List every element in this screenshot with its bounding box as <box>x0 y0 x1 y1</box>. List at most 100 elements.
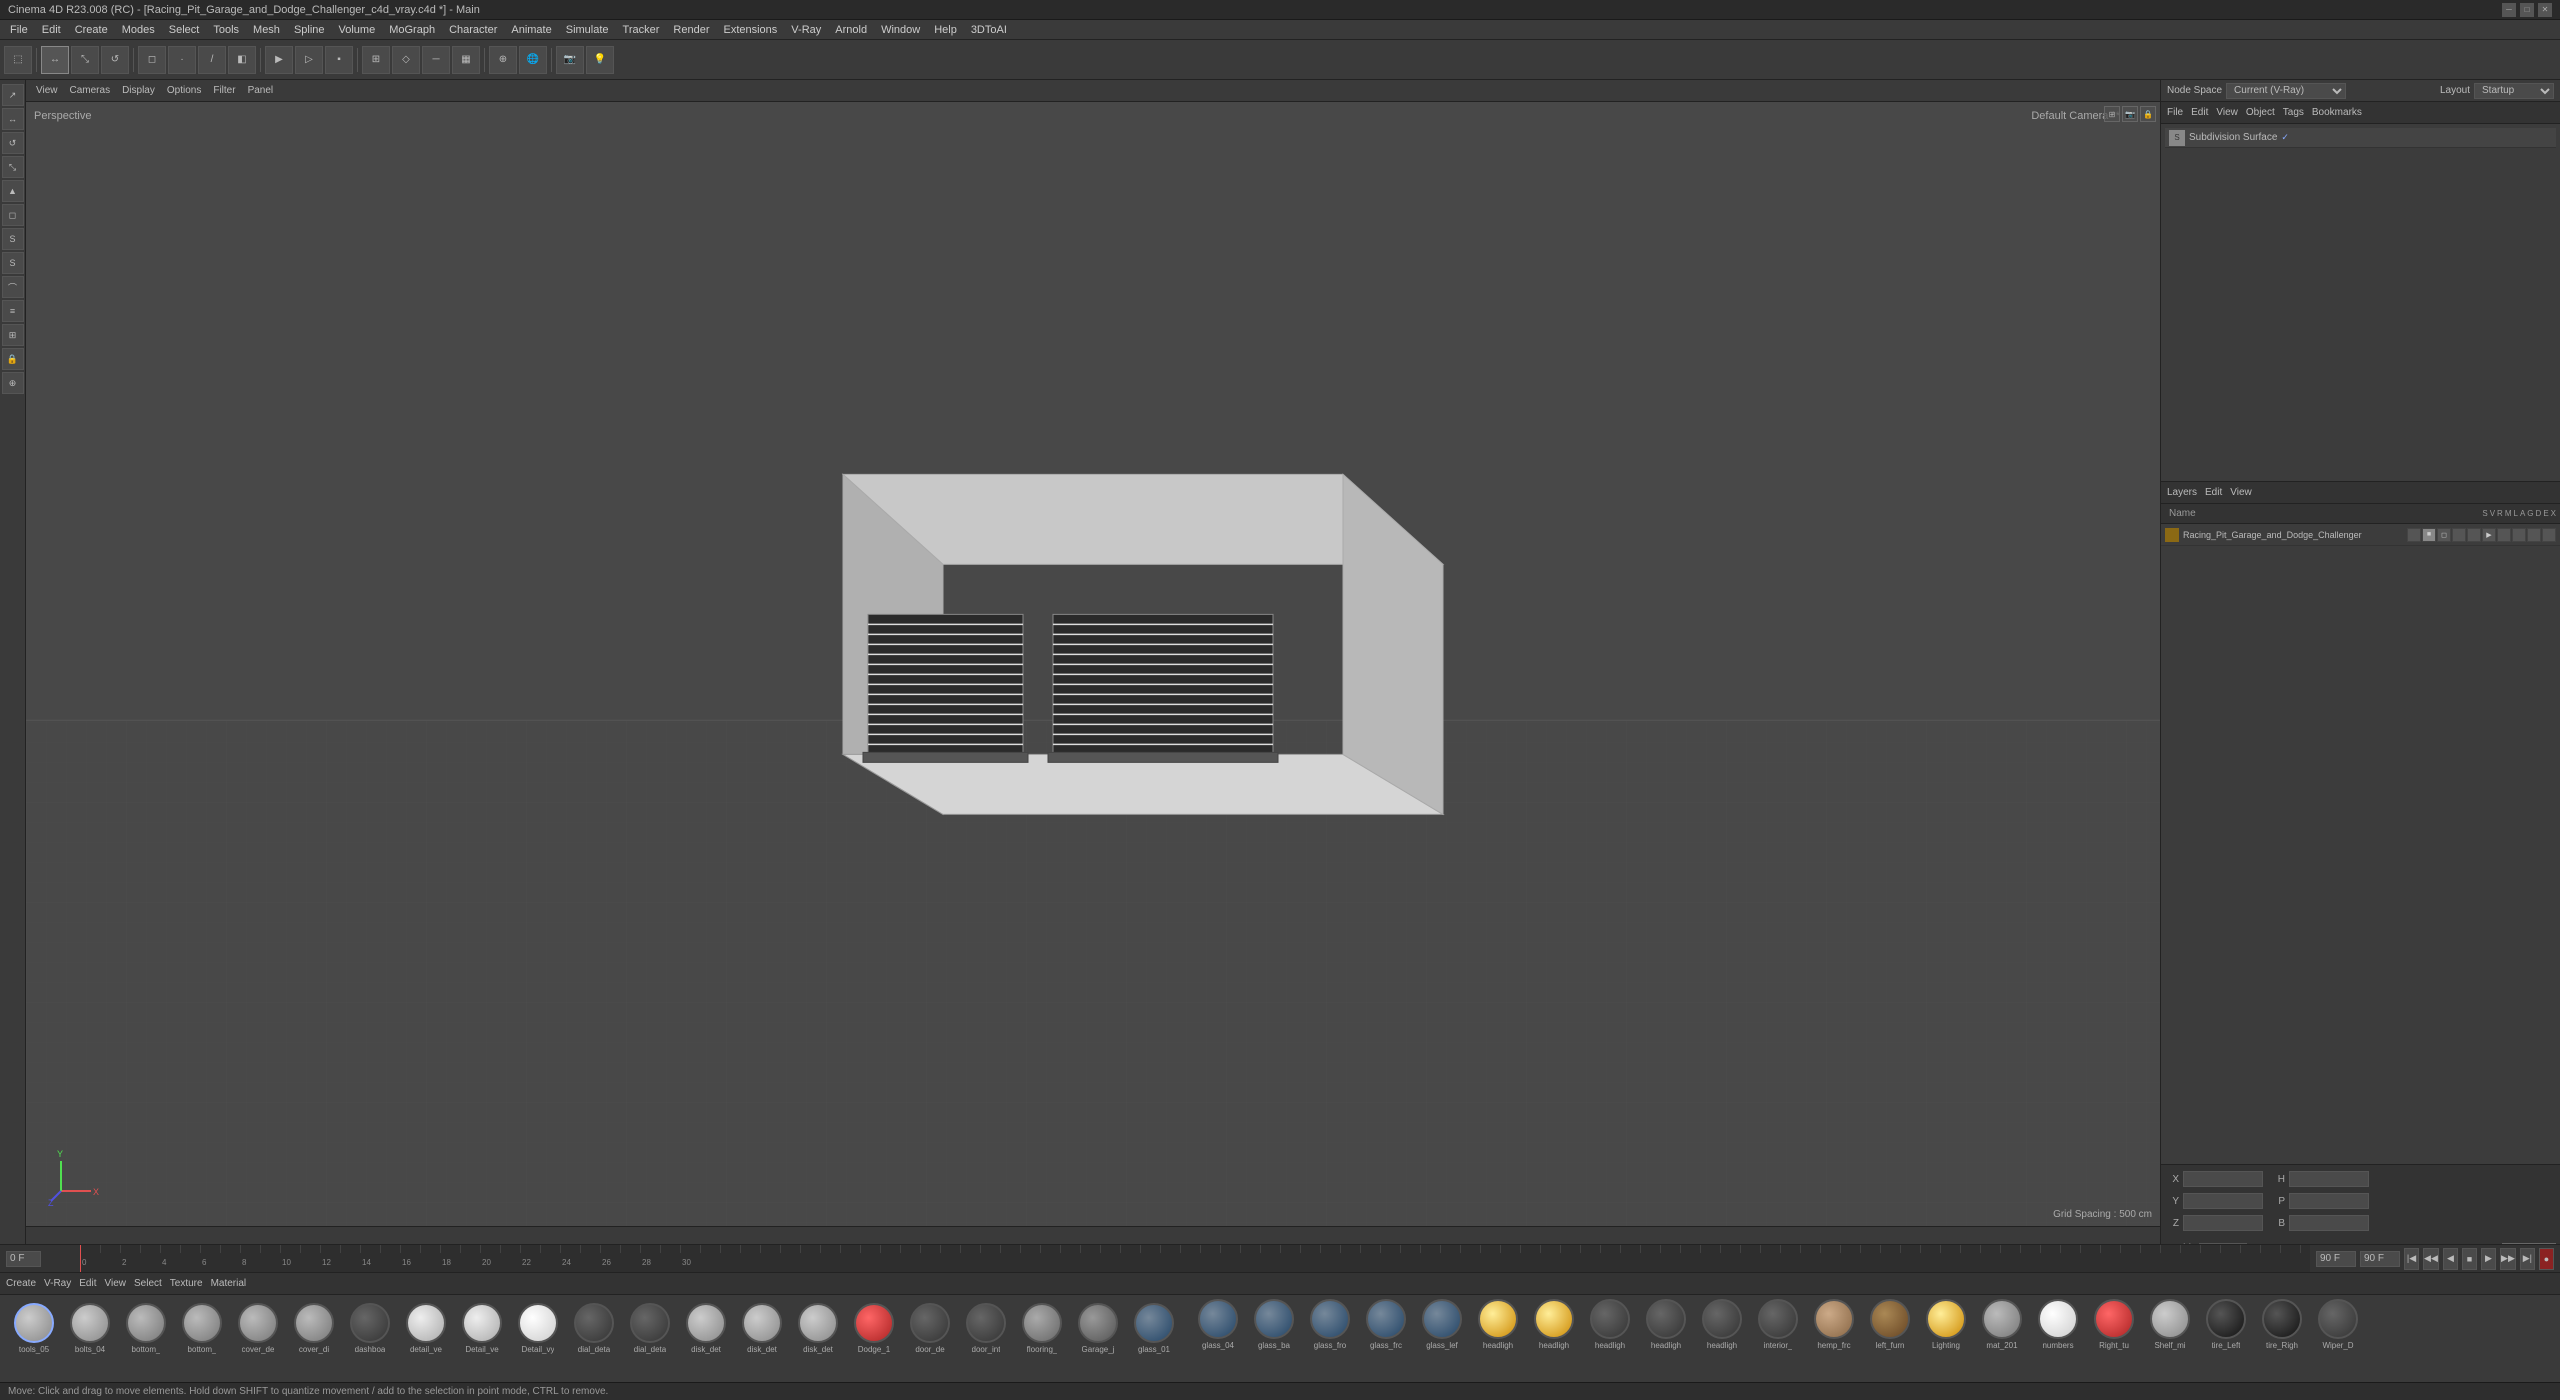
snap-vertex[interactable]: ◇ <box>392 46 420 74</box>
x-position-input[interactable] <box>2183 1171 2263 1187</box>
sb-tool5[interactable]: ⌒ <box>2 276 24 298</box>
mat-item-0[interactable]: tools_05 <box>8 1303 60 1354</box>
vp-icon-lock[interactable]: 🔒 <box>2140 106 2156 122</box>
obj-layers[interactable]: Layers <box>2167 487 2197 498</box>
vp-cameras-menu[interactable]: Cameras <box>66 83 115 98</box>
mat-item-1[interactable]: bolts_04 <box>64 1303 116 1354</box>
attr-view[interactable]: View <box>2216 107 2238 118</box>
vp-display-menu[interactable]: Display <box>118 83 159 98</box>
mat-item-24[interactable]: glass_frc <box>1360 1299 1412 1354</box>
status-anim[interactable]: ▶ <box>2482 528 2496 542</box>
snap-face[interactable]: ▦ <box>452 46 480 74</box>
timeline-track[interactable]: 0 2 4 6 8 10 12 14 16 18 20 22 24 26 28 … <box>80 1245 2310 1273</box>
status-x[interactable] <box>2542 528 2556 542</box>
menu-animate[interactable]: Animate <box>505 22 557 38</box>
point-mode[interactable]: · <box>168 46 196 74</box>
status-render[interactable]: ◻ <box>2437 528 2451 542</box>
menu-window[interactable]: Window <box>875 22 926 38</box>
render-view[interactable]: ▶ <box>265 46 293 74</box>
mat-select[interactable]: Select <box>134 1278 162 1289</box>
play-back-btn[interactable]: ◀ <box>2443 1248 2458 1270</box>
status-d[interactable] <box>2512 528 2526 542</box>
status-solo[interactable] <box>2407 528 2421 542</box>
menu-spline[interactable]: Spline <box>288 22 331 38</box>
move-tool[interactable]: ↔ <box>41 46 69 74</box>
mat-item-17[interactable]: door_int <box>960 1303 1012 1354</box>
mat-item-34[interactable]: Lighting <box>1920 1299 1972 1354</box>
mat-edit[interactable]: Edit <box>79 1278 96 1289</box>
mat-item-5[interactable]: cover_di <box>288 1303 340 1354</box>
mat-item-20[interactable]: glass_01 <box>1128 1303 1180 1354</box>
y-position-input[interactable] <box>2183 1193 2263 1209</box>
mat-view[interactable]: View <box>104 1278 126 1289</box>
attr-bookmarks[interactable]: Bookmarks <box>2312 107 2362 118</box>
start-frame-input[interactable] <box>6 1251 41 1267</box>
mat-item-22[interactable]: glass_ba <box>1248 1299 1300 1354</box>
sb-tool4[interactable]: S <box>2 252 24 274</box>
render-active[interactable]: ▷ <box>295 46 323 74</box>
world-local-btn[interactable]: 🌐 <box>519 46 547 74</box>
sb-tool8[interactable]: 🔒 <box>2 348 24 370</box>
current-frame[interactable] <box>2316 1251 2356 1267</box>
menu-tools[interactable]: Tools <box>207 22 245 38</box>
sb-tool9[interactable]: ⊕ <box>2 372 24 394</box>
mat-item-21[interactable]: glass_04 <box>1192 1299 1244 1354</box>
mat-material[interactable]: Material <box>211 1278 247 1289</box>
menu-mesh[interactable]: Mesh <box>247 22 286 38</box>
mat-item-18[interactable]: flooring_ <box>1016 1303 1068 1354</box>
mat-item-25[interactable]: glass_lef <box>1416 1299 1468 1354</box>
menu-create[interactable]: Create <box>69 22 114 38</box>
camera-btn[interactable]: 📷 <box>556 46 584 74</box>
h-rotation-input[interactable] <box>2289 1171 2369 1187</box>
status-e[interactable] <box>2527 528 2541 542</box>
vp-options-menu[interactable]: Options <box>163 83 205 98</box>
mat-item-13[interactable]: disk_det <box>736 1303 788 1354</box>
mat-item-31[interactable]: interior_ <box>1752 1299 1804 1354</box>
record-btn[interactable]: ● <box>2539 1248 2554 1270</box>
z-position-input[interactable] <box>2183 1215 2263 1231</box>
sb-scale[interactable]: ⤡ <box>2 156 24 178</box>
mat-create[interactable]: Create <box>6 1278 36 1289</box>
status-motion[interactable] <box>2452 528 2466 542</box>
menu-select[interactable]: Select <box>163 22 206 38</box>
vp-icon-camera[interactable]: 📷 <box>2122 106 2138 122</box>
mat-item-4[interactable]: cover_de <box>232 1303 284 1354</box>
snap-edge[interactable]: ─ <box>422 46 450 74</box>
mat-item-23[interactable]: glass_fro <box>1304 1299 1356 1354</box>
play-fwd-btn[interactable]: ▶ <box>2481 1248 2496 1270</box>
vp-view-menu[interactable]: View <box>32 83 62 98</box>
mat-item-16[interactable]: door_de <box>904 1303 956 1354</box>
vp-filter-menu[interactable]: Filter <box>209 83 239 98</box>
mat-item-9[interactable]: Detail_vy <box>512 1303 564 1354</box>
polygon-mode[interactable]: ◧ <box>228 46 256 74</box>
mat-item-10[interactable]: dial_deta <box>568 1303 620 1354</box>
mat-item-33[interactable]: left_furn <box>1864 1299 1916 1354</box>
node-space-select[interactable]: Current (V-Ray) <box>2226 83 2346 99</box>
goto-end-btn[interactable]: ▶| <box>2520 1248 2535 1270</box>
attr-file[interactable]: File <box>2167 107 2183 118</box>
menu-tracker[interactable]: Tracker <box>617 22 666 38</box>
snap-grid[interactable]: ⊞ <box>362 46 390 74</box>
status-g[interactable] <box>2497 528 2511 542</box>
status-visible[interactable]: ■ <box>2422 528 2436 542</box>
vp-icon-expand[interactable]: ⊞ <box>2104 106 2120 122</box>
maximize-button[interactable]: □ <box>2520 3 2534 17</box>
mat-item-11[interactable]: dial_deta <box>624 1303 676 1354</box>
light-btn[interactable]: 💡 <box>586 46 614 74</box>
obj-view[interactable]: View <box>2230 487 2252 498</box>
mat-item-26[interactable]: headligh <box>1472 1299 1524 1354</box>
mat-item-38[interactable]: Shelf_mi <box>2144 1299 2196 1354</box>
menu-simulate[interactable]: Simulate <box>560 22 615 38</box>
mat-item-3[interactable]: bottom_ <box>176 1303 228 1354</box>
mat-item-14[interactable]: disk_det <box>792 1303 844 1354</box>
mat-item-29[interactable]: headligh <box>1640 1299 1692 1354</box>
mat-item-7[interactable]: detail_ve <box>400 1303 452 1354</box>
menu-mograph[interactable]: MoGraph <box>383 22 441 38</box>
mat-item-6[interactable]: dashboa <box>344 1303 396 1354</box>
mat-item-41[interactable]: Wiper_D <box>2312 1299 2364 1354</box>
obj-edit[interactable]: Edit <box>2205 487 2222 498</box>
mat-item-27[interactable]: headligh <box>1528 1299 1580 1354</box>
step-fwd-btn[interactable]: ▶▶ <box>2500 1248 2516 1270</box>
mat-item-15[interactable]: Dodge_1 <box>848 1303 900 1354</box>
mat-item-30[interactable]: headligh <box>1696 1299 1748 1354</box>
